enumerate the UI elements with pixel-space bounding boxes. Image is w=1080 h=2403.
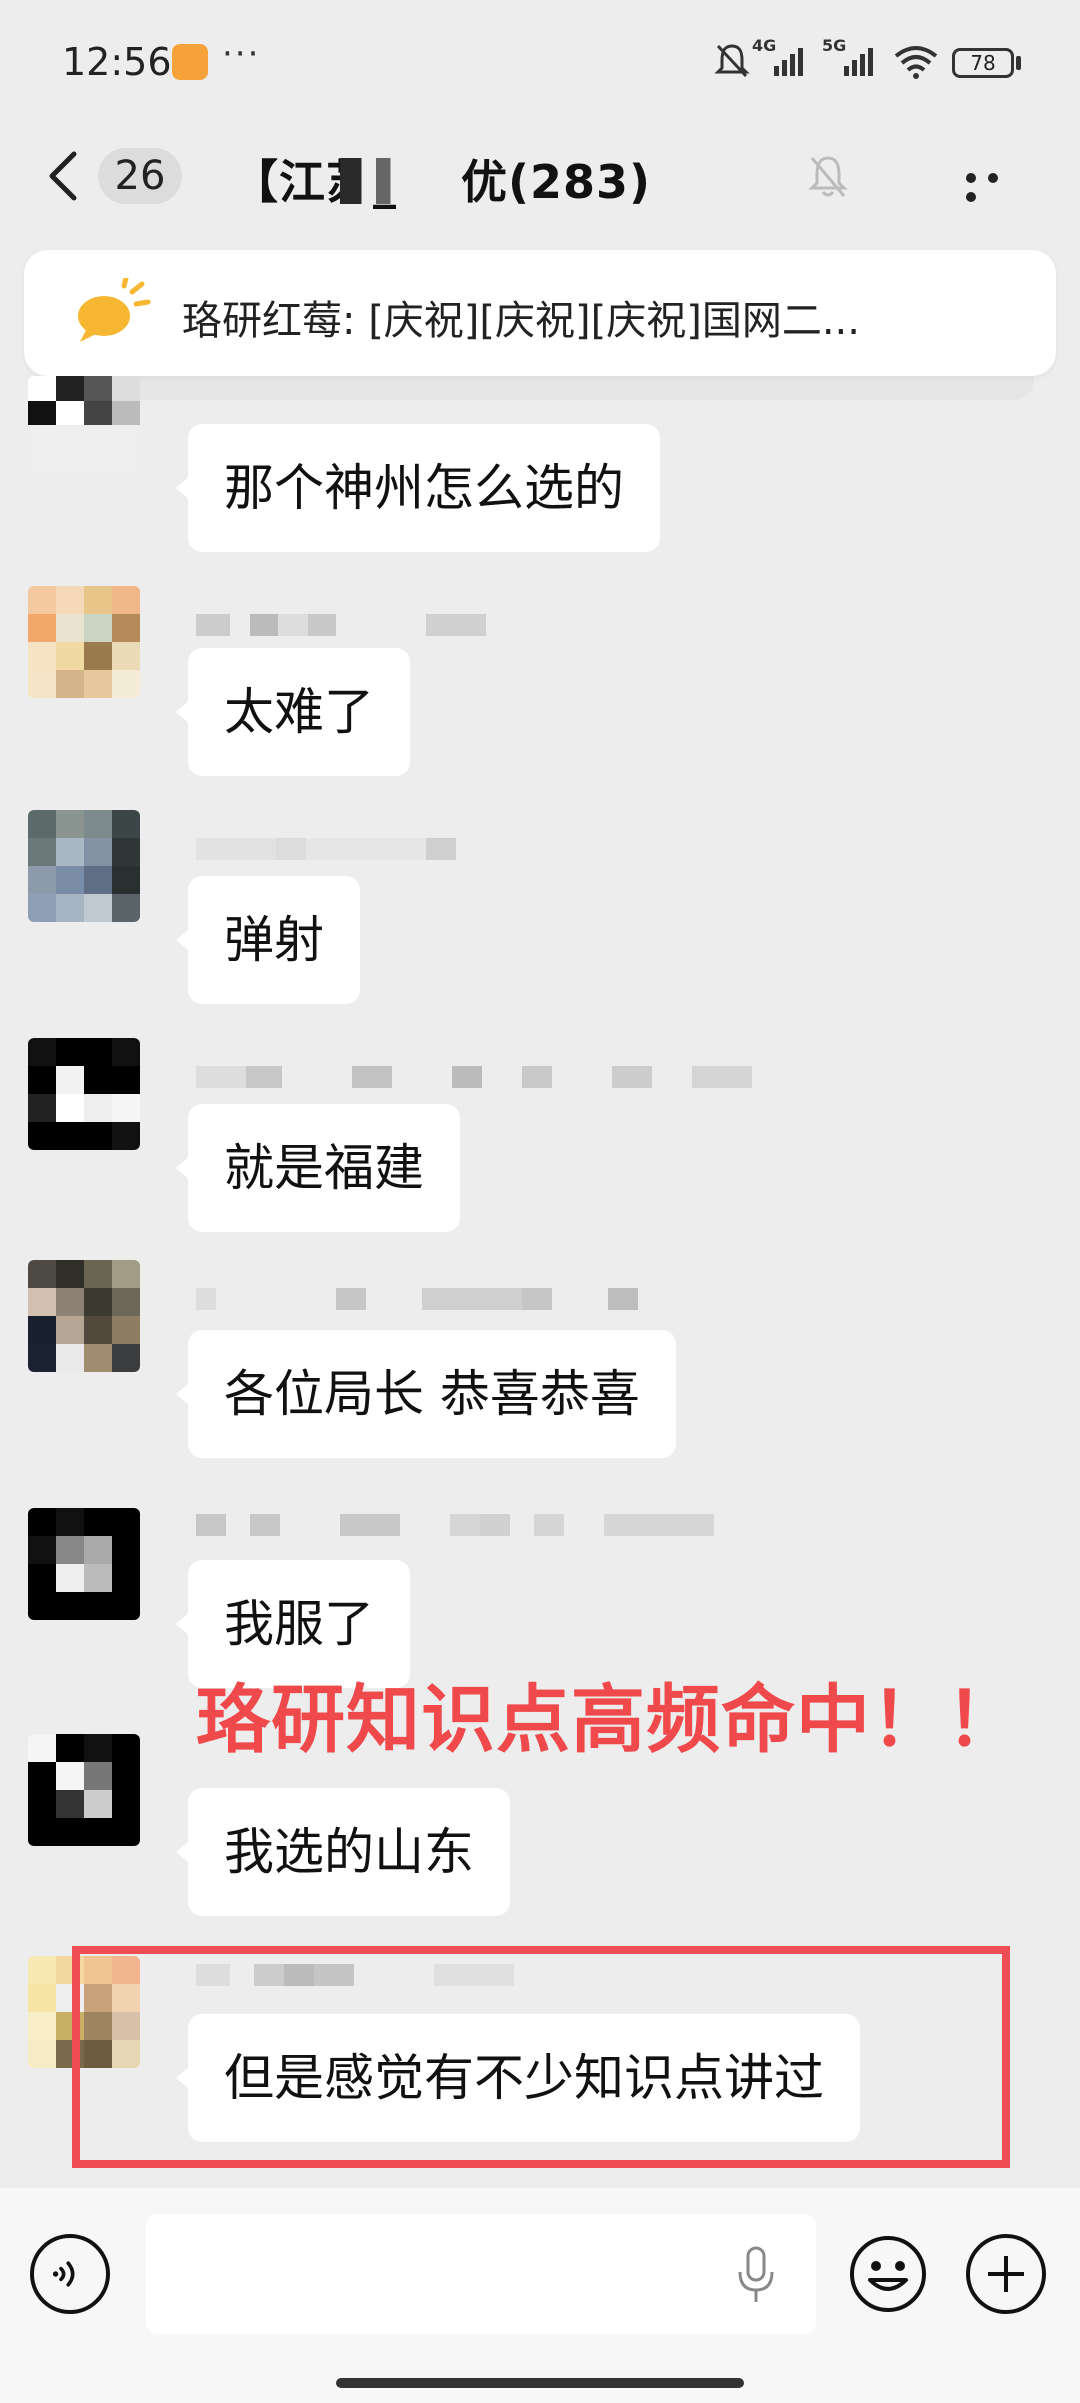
avatar[interactable] (28, 376, 140, 474)
more-dots-icon[interactable] (966, 168, 1026, 202)
unread-count-badge[interactable]: 26 (98, 148, 182, 204)
avatar[interactable] (28, 1038, 140, 1150)
avatar[interactable] (28, 1508, 140, 1620)
sender-name-redacted (196, 1066, 752, 1088)
message-bubble[interactable]: 弹射 (176, 876, 360, 1004)
sender-name-redacted (196, 838, 456, 860)
avatar[interactable] (28, 810, 140, 922)
avatar[interactable] (28, 1260, 140, 1372)
sender-name-redacted (196, 1514, 714, 1536)
battery-cap (1016, 56, 1021, 70)
announcement-sun-icon (78, 278, 151, 342)
mic-icon[interactable] (734, 2244, 778, 2308)
wifi-icon (894, 46, 938, 79)
title-redaction (340, 158, 460, 204)
app-notification-icon (172, 44, 208, 80)
plus-icon[interactable] (966, 2234, 1046, 2314)
status-more-dots: ··· (222, 34, 261, 74)
status-time: 12:56 (62, 40, 172, 84)
message-bubble[interactable]: 那个神州怎么选的 (176, 424, 660, 552)
mute-bell-icon (808, 156, 848, 197)
home-indicator[interactable] (336, 2378, 744, 2388)
message-input[interactable] (146, 2214, 816, 2334)
message-bubble[interactable]: 各位局长 恭喜恭喜 (176, 1330, 676, 1458)
avatar[interactable] (28, 586, 140, 698)
promo-caption-overlay: 珞研知识点高频命中！！ (196, 1677, 1021, 1763)
avatar[interactable] (28, 1734, 140, 1846)
signal-icon (844, 48, 873, 76)
highlight-box (72, 1946, 1010, 2168)
emoji-icon[interactable] (848, 2234, 928, 2314)
mute-bell-icon (714, 44, 750, 78)
battery-indicator: 78 (952, 48, 1014, 78)
signal-icon (774, 48, 803, 76)
message-bubble[interactable]: 我选的山东 (176, 1788, 510, 1916)
sender-name-redacted (196, 614, 486, 636)
message-bubble[interactable]: 就是福建 (176, 1104, 460, 1232)
message-bubble[interactable]: 太难了 (176, 648, 410, 776)
pinned-announcement-text: 珞研红莓: [庆祝][庆祝][庆祝]国网二... (182, 298, 860, 344)
back-chevron-icon[interactable] (40, 146, 90, 206)
voice-icon[interactable] (30, 2234, 110, 2314)
sender-name-redacted (196, 1288, 638, 1310)
